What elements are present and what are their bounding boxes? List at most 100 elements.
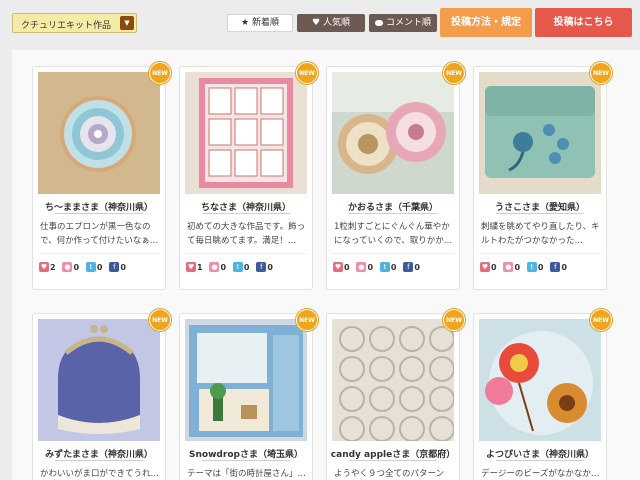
heart-icon[interactable]: ♥ — [39, 262, 49, 272]
fabric-flower-image — [479, 319, 601, 441]
reaction-counts: ♥ 0 ● 0 t0 f0 — [333, 262, 424, 274]
author-underline — [349, 460, 437, 461]
comment-count: 0 — [514, 262, 521, 272]
heart-icon[interactable]: ♥ — [186, 262, 196, 272]
divider — [332, 253, 454, 254]
reaction-counts: ♥ 2 ● 0 t0 f0 — [39, 262, 130, 274]
work-photo[interactable] — [185, 72, 307, 194]
card-author[interactable]: candy appleさま（京都府） — [327, 447, 459, 460]
beaded-flower-brooches-image — [332, 72, 454, 194]
card-description: ようやく９つ全てのパターンが… — [334, 469, 445, 479]
like-count: 1 — [197, 262, 203, 272]
sort-comments-button[interactable]: コメント順 — [369, 14, 437, 32]
sort-popular-label: 人気順 — [323, 18, 351, 28]
card-author[interactable]: うさこさま（愛知県） — [474, 200, 606, 213]
twitter-icon[interactable]: t — [85, 262, 96, 272]
work-photo[interactable] — [332, 319, 454, 441]
gallery-card[interactable]: NEW うさこさま（愛知県） 刺繍を眺めてやり直したり、キルトわたがつかなかった… — [473, 62, 612, 290]
work-photo[interactable] — [38, 319, 160, 441]
comment-count: 0 — [367, 262, 374, 272]
card-author[interactable]: Snowdropさま（埼玉県） — [180, 447, 312, 460]
card-description: 仕事のエプロンが黒一色なので、何か作って付けたいなぁ… — [40, 222, 159, 246]
comment-icon[interactable]: ● — [356, 262, 367, 272]
sort-comments-label: コメント順 — [385, 18, 431, 28]
gamaguchi-purse-image — [38, 319, 160, 441]
beaded-brooch-image — [38, 72, 160, 194]
author-underline — [202, 213, 290, 214]
new-badge: NEW — [443, 309, 465, 331]
gallery-card[interactable]: NEW よつぴいさま（神奈川県） デージーのビーズがなかなか… — [473, 309, 612, 480]
card-description: デージーのビーズがなかなか… — [481, 469, 600, 479]
posting-rules-button[interactable]: 投稿方法・規定 — [440, 8, 532, 37]
reaction-counts: ♥ 0 ● 0 t0 f0 — [480, 262, 571, 274]
twitter-icon[interactable]: t — [232, 262, 243, 272]
new-badge: NEW — [443, 62, 465, 84]
post-here-button[interactable]: 投稿はこちら — [535, 8, 632, 37]
twitter-icon[interactable]: t — [379, 262, 390, 272]
comment-count: 0 — [73, 262, 80, 272]
comment-icon[interactable]: ● — [209, 262, 220, 272]
gallery-grid: NEW ち～ままさま（神奈川県） 仕事のエプロンが黒一色なので、何か作って付けた… — [12, 50, 640, 480]
new-badge: NEW — [296, 62, 318, 84]
share-count: 0 — [561, 262, 567, 272]
card-author[interactable]: ちなさま（神奈川県） — [180, 200, 312, 213]
facebook-icon[interactable]: f — [109, 262, 120, 272]
reaction-counts: ♥ 1 ● 0 t0 f0 — [186, 262, 277, 274]
gallery-card[interactable]: NEW みずたまさま（神奈川県） かわいいがま口ができてうれ… — [32, 309, 171, 480]
sort-popular-button[interactable]: ♥ 人気順 — [297, 14, 365, 32]
comment-icon[interactable]: ● — [503, 262, 514, 272]
divider — [38, 253, 160, 254]
new-badge: NEW — [149, 62, 171, 84]
card-description: かわいいがま口ができてうれ… — [40, 469, 160, 479]
new-badge: NEW — [590, 309, 612, 331]
share-count: 0 — [120, 262, 126, 272]
twitter-icon[interactable]: t — [526, 262, 537, 272]
chevron-down-icon[interactable]: ▼ — [120, 16, 134, 30]
heart-icon: ♥ — [311, 18, 321, 28]
card-author[interactable]: ち～ままさま（神奈川県） — [33, 200, 165, 213]
work-photo[interactable] — [38, 72, 160, 194]
work-photo[interactable] — [479, 72, 601, 194]
gallery-card[interactable]: NEW Snowdropさま（埼玉県） テーマは「街の時計屋さん」… — [179, 309, 318, 480]
author-underline — [496, 460, 584, 461]
tweet-count: 0 — [243, 262, 250, 272]
heart-icon[interactable]: ♥ — [480, 262, 490, 272]
sort-newest-label: 新着順 — [252, 18, 280, 28]
tweet-count: 0 — [390, 262, 397, 272]
share-count: 0 — [414, 262, 420, 272]
comment-icon[interactable]: ● — [62, 262, 73, 272]
share-count: 0 — [267, 262, 273, 272]
tweet-count: 0 — [96, 262, 103, 272]
comment-count: 0 — [220, 262, 227, 272]
new-badge: NEW — [590, 62, 612, 84]
toolbar: クチュリエキット作品 ▼ ★ 新着順 ♥ 人気順 コメント順 投稿方法・規定 投稿は… — [0, 0, 640, 44]
facebook-icon[interactable]: f — [550, 262, 561, 272]
card-author[interactable]: みずたまさま（神奈川県） — [33, 447, 165, 460]
category-select[interactable]: クチュリエキット作品 ▼ — [12, 13, 137, 33]
work-photo[interactable] — [185, 319, 307, 441]
peacock-pouch-image — [479, 72, 601, 194]
like-count: 0 — [344, 262, 350, 272]
gallery-card[interactable]: NEW ち～ままさま（神奈川県） 仕事のエプロンが黒一色なので、何か作って付けた… — [32, 62, 171, 290]
gallery-card[interactable]: NEW かおるさま（千葉県） 1粒刺すごとにぐんぐん華やかになっていくので、取り… — [326, 62, 465, 290]
sort-newest-button[interactable]: ★ 新着順 — [227, 14, 293, 32]
facebook-icon[interactable]: f — [403, 262, 414, 272]
comment-icon — [374, 19, 383, 26]
card-author[interactable]: かおるさま（千葉県） — [327, 200, 459, 213]
new-badge: NEW — [296, 309, 318, 331]
work-photo[interactable] — [479, 319, 601, 441]
miniature-shop-image — [185, 319, 307, 441]
divider — [185, 253, 307, 254]
facebook-icon[interactable]: f — [256, 262, 267, 272]
author-underline — [202, 460, 290, 461]
tatting-lace-image — [332, 319, 454, 441]
heart-icon[interactable]: ♥ — [333, 262, 343, 272]
card-description: テーマは「街の時計屋さん」… — [187, 469, 307, 479]
gallery-card[interactable]: NEW candy appleさま（京都府） ようやく９つ全てのパターンが… — [326, 309, 465, 480]
card-description: 刺繍を眺めてやり直したり、キルトわたがつかなかった… — [481, 222, 600, 246]
author-underline — [55, 460, 143, 461]
gallery-card[interactable]: NEW ちなさま（神奈川県） 初めての大きな作品です。飾って毎日眺めてます。満足… — [179, 62, 318, 290]
author-underline — [55, 213, 143, 214]
work-photo[interactable] — [332, 72, 454, 194]
card-author[interactable]: よつぴいさま（神奈川県） — [474, 447, 606, 460]
